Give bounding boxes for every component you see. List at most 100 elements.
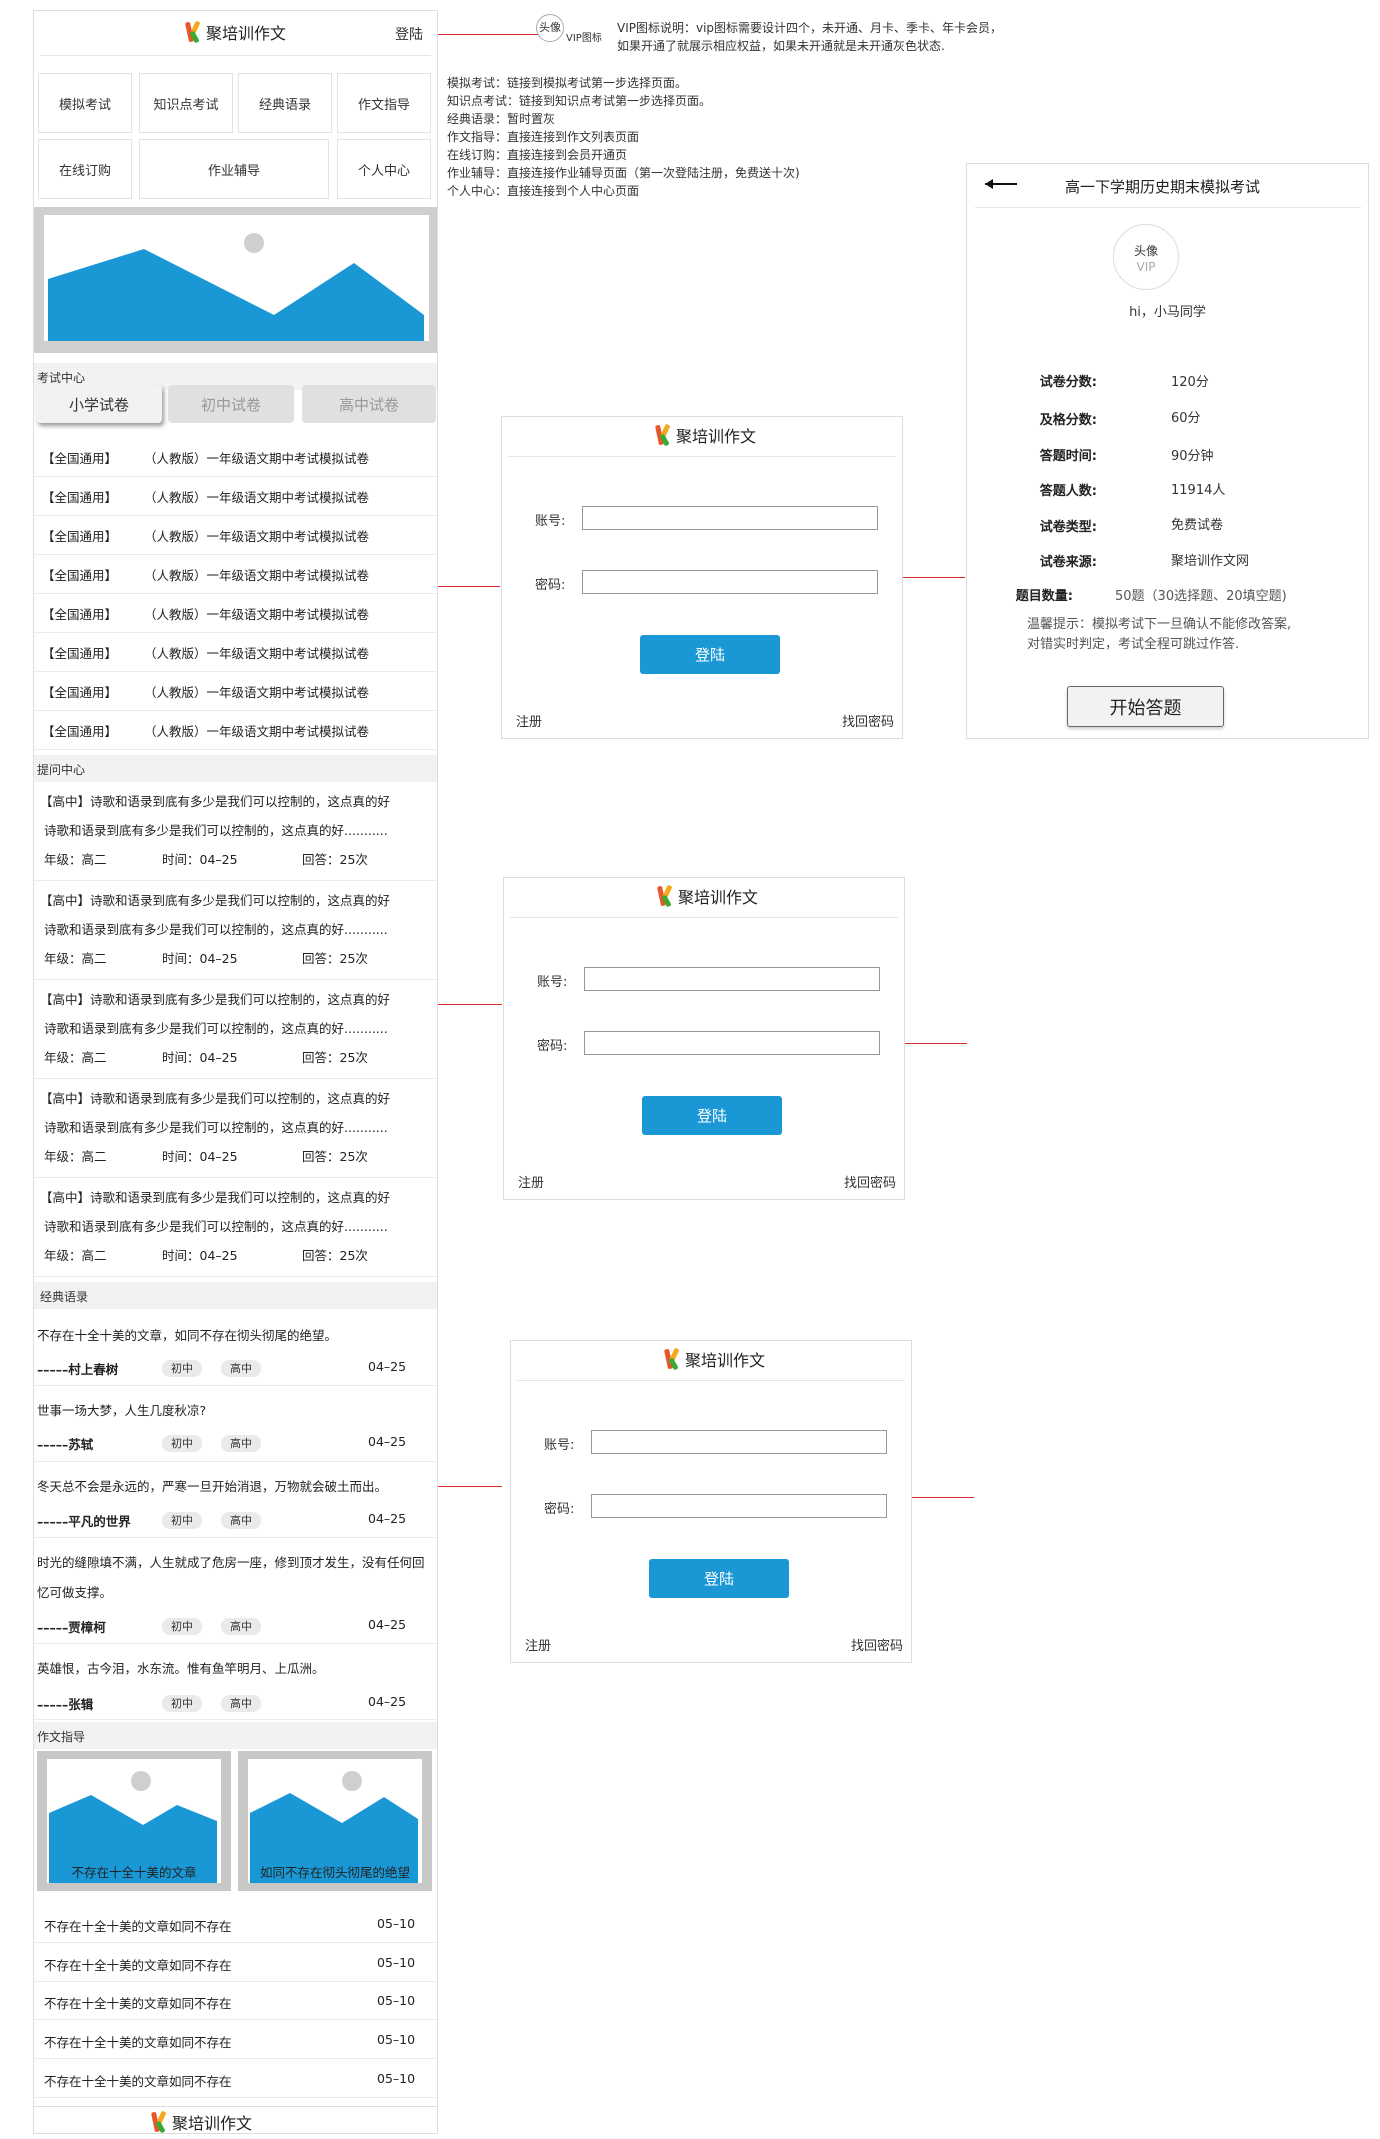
guide-row-date: 05–10 [377,1916,416,1931]
guide-row[interactable]: 不存在十全十美的文章如同不存在 05–10 [34,2021,437,2059]
brand-logo[interactable]: 聚培训作文 [184,20,286,44]
nav-note: 经典语录：暂时置灰 [447,112,556,126]
exam-row[interactable]: 【全国通用】 （人教版）一年级语文期中考试模拟试卷 [34,556,437,594]
connector-line-4 [438,1486,502,1487]
forgot-password-link[interactable]: 找回密码 [842,711,894,730]
password-label: 密码: [535,578,566,593]
qa-item[interactable]: 【高中】诗歌和语录到底有多少是我们可以控制的，这点真的好 诗歌和语录到底有多少是… [34,882,437,980]
exam-row[interactable]: 【全国通用】 （人教版）一年级语文期中考试模拟试卷 [34,712,437,750]
exam-title: 高一下学期历史期末模拟考试 [1065,178,1261,196]
login-button[interactable]: 登陆 [642,1096,782,1135]
qa-answers: 回答：25次 [302,852,368,867]
login-button[interactable]: 登陆 [640,635,780,674]
exam-tip-line1: 温馨提示：模拟考试下一旦确认不能修改答案, [1027,617,1292,632]
tab-primary[interactable]: 小学试卷 [36,385,162,423]
qa-line2: 诗歌和语录到底有多少是我们可以控制的，这点真的好........... [44,1120,388,1135]
nav-knowledge-exam[interactable]: 知识点考试 [139,73,233,133]
vip-note-line2: 如果开通了就展示相应权益，如果未开通就是未开通灰色状态. [617,39,945,53]
qa-question: 【高中】诗歌和语录到底有多少是我们可以控制的，这点真的好 [40,1187,390,1206]
qa-question: 【高中】诗歌和语录到底有多少是我们可以控制的，这点真的好 [40,791,390,810]
exam-row[interactable]: 【全国通用】 （人教版）一年级语文期中考试模拟试卷 [34,595,437,633]
register-link[interactable]: 注册 [518,1172,544,1191]
exam-title: （人教版）一年级语文期中考试模拟试卷 [144,490,370,505]
register-link[interactable]: 注册 [525,1635,551,1654]
forgot-password-link[interactable]: 找回密码 [844,1172,896,1191]
forgot-password-link[interactable]: 找回密码 [851,1635,903,1654]
qa-line2: 诗歌和语录到底有多少是我们可以控制的，这点真的好........... [44,1021,388,1036]
guide-card[interactable]: 如同不存在彻头彻尾的绝望 [238,1751,432,1891]
exam-row[interactable]: 【全国通用】 （人教版）一年级语文期中考试模拟试卷 [34,517,437,555]
qa-grade: 年级：高二 [44,951,107,966]
quote-item[interactable]: 时光的缝隙填不满，人生就成了危房一座，修到顶才发生，没有任何回忆可做支撑。 ––… [34,1538,437,1644]
qa-level: 【高中】 [40,992,91,1007]
connector-quotes-dialog-out [912,1497,974,1498]
qa-answers: 回答：25次 [302,951,368,966]
nav-online-order[interactable]: 在线订购 [38,139,132,199]
quote-text: 冬天总不会是永远的，严寒一旦开始消退，万物就会破土而出。 [37,1479,388,1494]
quote-author: –––––苏轼 [37,1437,94,1452]
quote-item[interactable]: 英雄恨，古今泪，水东流。惟有鱼竿明月、上瓜洲。 –––––张辑 初中 高中 04… [34,1644,437,1720]
qa-level: 【高中】 [40,794,91,809]
guide-row[interactable]: 不存在十全十美的文章如同不存在 05–10 [34,1905,437,1943]
guide-row[interactable]: 不存在十全十美的文章如同不存在 05–10 [34,1944,437,1982]
guide-card[interactable]: 不存在十全十美的文章 [37,1751,231,1891]
field-label: 试卷分数: [1039,375,1097,390]
tab-senior[interactable]: 高中试卷 [302,385,436,423]
exam-tag: 【全国通用】 [42,685,118,700]
qa-item[interactable]: 【高中】诗歌和语录到底有多少是我们可以控制的，这点真的好 诗歌和语录到底有多少是… [34,783,437,881]
avatar[interactable]: 头像 VIP [1113,224,1179,290]
guide-row[interactable]: 不存在十全十美的文章如同不存在 05–10 [34,1982,437,2020]
password-input[interactable] [591,1494,887,1518]
login-button[interactable]: 登陆 [649,1559,789,1598]
brand-logo-icon [184,20,202,44]
exam-row[interactable]: 【全国通用】 （人教版）一年级语文期中考试模拟试卷 [34,634,437,672]
account-input[interactable] [591,1430,887,1454]
quote-text: 不存在十全十美的文章，如同不存在彻头彻尾的绝望。 [37,1328,338,1343]
guide-row-date: 05–10 [377,1993,416,2008]
nav-personal-center[interactable]: 个人中心 [337,139,431,199]
account-input[interactable] [582,506,878,530]
qa-answers: 回答：25次 [302,1149,368,1164]
guide-row-date: 05–10 [377,2032,416,2047]
register-link[interactable]: 注册 [516,711,542,730]
nav-note: 知识点考试：链接到知识点考试第一步选择页面。 [447,94,712,108]
connector-qa-dialog-out [905,1043,967,1044]
exam-title: （人教版）一年级语文期中考试模拟试卷 [144,529,370,544]
account-input[interactable] [584,967,880,991]
quote-date: 04–25 [368,1617,407,1632]
exam-title: （人教版）一年级语文期中考试模拟试卷 [144,685,370,700]
avatar-annotation: 头像 [536,14,564,42]
brand-logo-icon [663,1347,681,1371]
nav-homework-help[interactable]: 作业辅导 [139,139,329,199]
nav-classic-quotes[interactable]: 经典语录 [238,73,332,133]
quote-item[interactable]: 世事一场大梦，人生几度秋凉? –––––苏轼 初中 高中 04–25 [34,1386,437,1462]
qa-item[interactable]: 【高中】诗歌和语录到底有多少是我们可以控制的，这点真的好 诗歌和语录到底有多少是… [34,1179,437,1277]
quote-item[interactable]: 冬天总不会是永远的，严寒一旦开始消退，万物就会破土而出。 –––––平凡的世界 … [34,1462,437,1538]
footer-logo[interactable]: 聚培训作文 [150,2110,252,2133]
field-value: 120分 [1171,375,1209,390]
exam-title: （人教版）一年级语文期中考试模拟试卷 [144,724,370,739]
back-arrow-icon[interactable] [985,179,1017,189]
password-input[interactable] [582,570,878,594]
guide-row-date: 05–10 [377,2071,416,2086]
password-input[interactable] [584,1031,880,1055]
nav-note: 作文指导：直接连接到作文列表页面 [447,130,640,144]
banner-carousel[interactable] [34,207,437,353]
nav-mock-exam[interactable]: 模拟考试 [38,73,132,133]
guide-row-title: 不存在十全十美的文章如同不存在 [44,1919,232,1934]
exam-row[interactable]: 【全国通用】 （人教版）一年级语文期中考试模拟试卷 [34,673,437,711]
qa-level: 【高中】 [40,1190,91,1205]
login-link[interactable]: 登陆 [395,24,423,44]
guide-row[interactable]: 不存在十全十美的文章如同不存在 05–10 [34,2060,437,2098]
qa-item[interactable]: 【高中】诗歌和语录到底有多少是我们可以控制的，这点真的好 诗歌和语录到底有多少是… [34,981,437,1079]
tag-junior: 初中 [162,1512,202,1529]
tab-junior[interactable]: 初中试卷 [168,385,294,423]
exam-row[interactable]: 【全国通用】 （人教版）一年级语文期中考试模拟试卷 [34,478,437,516]
nav-writing-guide[interactable]: 作文指导 [337,73,431,133]
quote-item[interactable]: 不存在十全十美的文章，如同不存在彻头彻尾的绝望。 –––––村上春树 初中 高中… [34,1311,437,1386]
qa-item[interactable]: 【高中】诗歌和语录到底有多少是我们可以控制的，这点真的好 诗歌和语录到底有多少是… [34,1080,437,1178]
guide-row-date: 05–10 [377,1955,416,1970]
guide-row-title: 不存在十全十美的文章如同不存在 [44,2074,232,2089]
start-exam-button[interactable]: 开始答题 [1067,686,1224,727]
exam-row[interactable]: 【全国通用】 （人教版）一年级语文期中考试模拟试卷 [34,439,437,477]
